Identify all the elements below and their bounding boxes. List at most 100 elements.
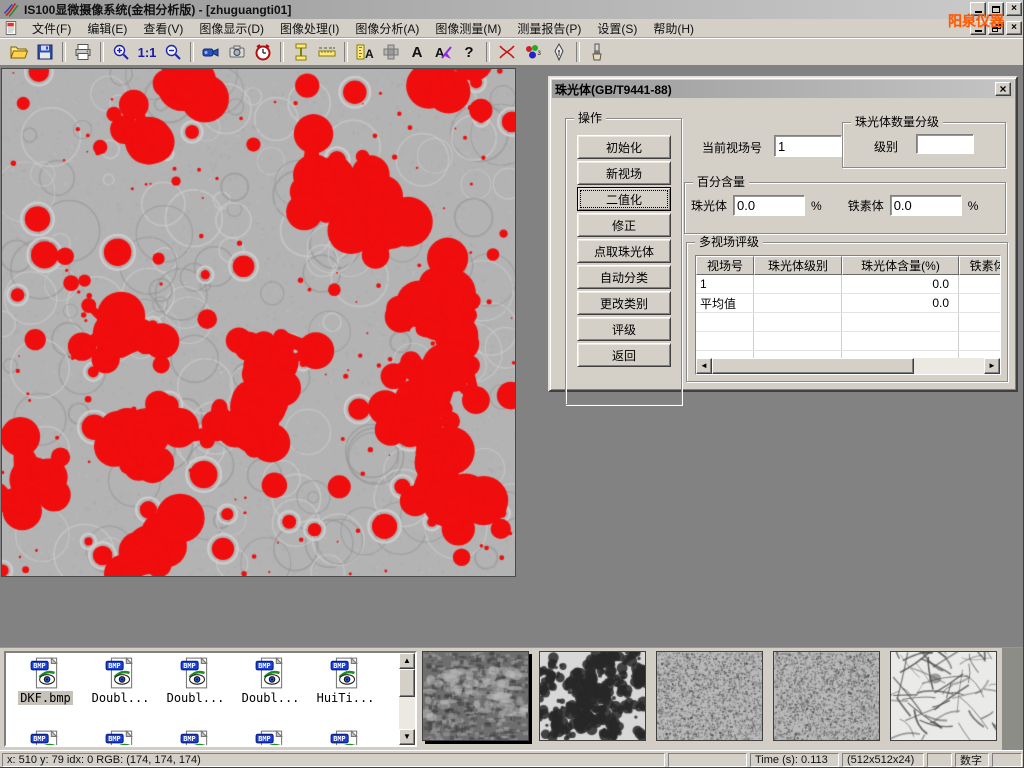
thumbnail-canvas-1[interactable]: [540, 652, 645, 740]
scroll-left-button[interactable]: ◄: [696, 358, 712, 374]
scrollbar-thumb[interactable]: [712, 358, 914, 374]
video-camera-icon: [201, 42, 221, 62]
actual-size-button[interactable]: 1:1: [134, 40, 160, 64]
file-list-scrollbar[interactable]: ▲ ▼: [399, 653, 415, 745]
menu-item-2[interactable]: 查看(V): [136, 19, 190, 38]
thumbnail-3[interactable]: [656, 651, 763, 741]
file-item-partial-1[interactable]: BMP: [83, 729, 158, 747]
metallograph-canvas[interactable]: [2, 69, 515, 576]
camera-button[interactable]: [224, 40, 250, 64]
close-button[interactable]: ×: [1006, 2, 1022, 16]
status-empty-3: [992, 753, 1022, 767]
ferrite-input[interactable]: [890, 195, 962, 216]
menu-item-1[interactable]: 编辑(E): [80, 19, 134, 38]
menu-item-7[interactable]: 测量报告(P): [510, 19, 588, 38]
zoom-out-button[interactable]: [160, 40, 186, 64]
maximize-icon: [992, 6, 1000, 13]
menu-item-9[interactable]: 帮助(H): [646, 19, 701, 38]
action-button-7[interactable]: 评级: [577, 317, 671, 341]
action-button-1[interactable]: 新视场: [577, 161, 671, 185]
file-item-partial-2[interactable]: BMP: [158, 729, 233, 747]
file-item-3[interactable]: BMP Doubl...: [233, 656, 308, 705]
menu-item-0[interactable]: 文件(F): [25, 19, 78, 38]
current-field-input[interactable]: [774, 135, 842, 157]
file-item-1[interactable]: BMP Doubl...: [83, 656, 158, 705]
thumbnail-4[interactable]: [773, 651, 880, 741]
table-body: 10.0平均值0.0: [696, 275, 1000, 370]
child-restore-button[interactable]: [988, 21, 1004, 35]
table-hscrollbar[interactable]: ◄ ►: [696, 358, 1000, 374]
table-row[interactable]: [696, 313, 1000, 332]
svg-text:A: A: [435, 45, 445, 60]
table-row[interactable]: 10.0: [696, 275, 1000, 294]
zoom-in-button[interactable]: [108, 40, 134, 64]
dialog-titlebar[interactable]: 珠光体(GB/T9441-88) ×: [552, 80, 1014, 98]
menu-item-5[interactable]: 图像分析(A): [348, 19, 426, 38]
action-button-3[interactable]: 修正: [577, 213, 671, 237]
save-button[interactable]: [32, 40, 58, 64]
action-button-6[interactable]: 更改类别: [577, 291, 671, 315]
dialog-close-button[interactable]: ×: [995, 82, 1011, 96]
scroll-up-button[interactable]: ▲: [399, 653, 415, 669]
file-item-0[interactable]: BMP DKF.bmp: [8, 656, 83, 705]
text-button[interactable]: A: [404, 40, 430, 64]
merge-button[interactable]: [378, 40, 404, 64]
text-style-button[interactable]: A: [430, 40, 456, 64]
arrow-down-icon: ▼: [403, 732, 411, 741]
minimize-button[interactable]: [970, 2, 986, 16]
file-item-4[interactable]: BMP HuiTi...: [308, 656, 383, 705]
brush-button[interactable]: [584, 40, 610, 64]
thumbnail-5[interactable]: [890, 651, 997, 741]
svg-text:BMP: BMP: [33, 735, 45, 743]
file-name: Doubl...: [240, 691, 302, 705]
file-item-partial-4[interactable]: BMP: [308, 729, 383, 747]
action-button-5[interactable]: 自动分类: [577, 265, 671, 289]
action-button-0[interactable]: 初始化: [577, 135, 671, 159]
curve-tool-button[interactable]: [494, 40, 520, 64]
thumbnail-1[interactable]: [422, 651, 529, 741]
toolbar-separator: [486, 42, 490, 62]
red-curve-icon: [497, 42, 517, 62]
pearlite-input[interactable]: [733, 195, 805, 216]
table-row[interactable]: [696, 332, 1000, 351]
scroll-right-button[interactable]: ►: [984, 358, 1000, 374]
menu-item-6[interactable]: 图像测量(M): [428, 19, 508, 38]
help-button[interactable]: ?: [456, 40, 482, 64]
action-button-8[interactable]: 返回: [577, 343, 671, 367]
video-capture-button[interactable]: [198, 40, 224, 64]
thumbnail-canvas-4[interactable]: [891, 652, 996, 740]
table-cell: [842, 332, 959, 350]
ink-pen-button[interactable]: [546, 40, 572, 64]
status-empty-2: [927, 753, 952, 767]
thumbnail-canvas-0[interactable]: [423, 652, 528, 740]
file-item-2[interactable]: BMP Doubl...: [158, 656, 233, 705]
caliper-button[interactable]: [288, 40, 314, 64]
child-minimize-button[interactable]: [970, 21, 986, 35]
print-button[interactable]: [70, 40, 96, 64]
maximize-button[interactable]: [988, 2, 1004, 16]
thumbnail-2[interactable]: [539, 651, 646, 741]
action-button-2[interactable]: 二值化: [577, 187, 671, 211]
menu-item-3[interactable]: 图像显示(D): [192, 19, 271, 38]
level-label: 级别: [874, 138, 898, 155]
table-row[interactable]: 平均值0.0: [696, 294, 1000, 313]
ruler-button[interactable]: [314, 40, 340, 64]
timer-button[interactable]: [250, 40, 276, 64]
table-cell: [959, 313, 1001, 331]
file-item-partial-3[interactable]: BMP: [233, 729, 308, 747]
scroll-down-button[interactable]: ▼: [399, 729, 415, 745]
rgb-points-button[interactable]: 3: [520, 40, 546, 64]
percent-row: 珠光体 % 铁素体 %: [691, 195, 999, 216]
child-close-button[interactable]: ×: [1006, 21, 1022, 35]
open-button[interactable]: [6, 40, 32, 64]
thumbnail-canvas-2[interactable]: [657, 652, 762, 740]
menu-item-4[interactable]: 图像处理(I): [273, 19, 346, 38]
thumbnail-canvas-3[interactable]: [774, 652, 879, 740]
file-item-partial-0[interactable]: BMP: [8, 729, 83, 747]
menu-item-8[interactable]: 设置(S): [590, 19, 644, 38]
level-input[interactable]: [916, 134, 974, 154]
percent-sign: %: [811, 199, 822, 213]
calibration-button[interactable]: A: [352, 40, 378, 64]
action-button-4[interactable]: 点取珠光体: [577, 239, 671, 263]
scrollbar-thumb[interactable]: [399, 669, 415, 697]
